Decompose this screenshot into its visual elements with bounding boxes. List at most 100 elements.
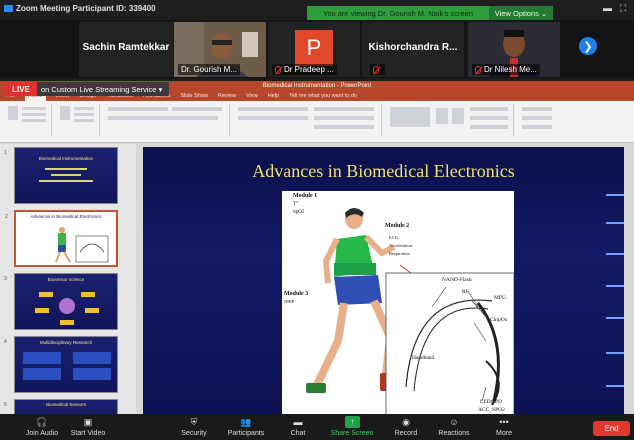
ppt-tab[interactable]: Help — [268, 92, 279, 101]
module1-item: T° — [293, 202, 299, 207]
mic-muted-icon — [275, 65, 281, 74]
slide-thumbnail[interactable]: 4 Multidisciplinary Research — [4, 336, 118, 393]
thumbnail-title: Biomedical Sensors — [46, 402, 86, 407]
meeting-toolbar: 🎧 Join Audio ▣ Start Video ⛨ Security 👥 … — [0, 414, 634, 440]
toolbar-label: Share Screen — [330, 430, 374, 437]
participants-button[interactable]: 👥 Participants — [216, 415, 276, 440]
slide-title: Advances in Biomedical Electronics — [252, 161, 515, 181]
zoom-window: Zoom Meeting Participant ID: 339400 ▬ ⛶ … — [0, 0, 634, 440]
avatar: P — [295, 30, 333, 66]
headphones-icon: 🎧 — [36, 417, 48, 427]
shared-powerpoint: Biomedical Instrumentation - PowerPoint … — [0, 81, 634, 414]
start-video-button[interactable]: ▣ Start Video — [58, 415, 118, 440]
slide-decoration — [606, 222, 624, 224]
slide-decoration — [606, 285, 624, 287]
live-service-dropdown[interactable]: on Custom Live Streaming Service ▾ — [37, 82, 169, 96]
module2-item: ECG — [389, 235, 398, 240]
slide-decoration — [606, 317, 624, 319]
chat-icon: ▬ — [293, 417, 303, 427]
participant-name: Dr Nilesh Me... — [484, 65, 537, 74]
ribbon-group-font — [104, 104, 230, 136]
ribbon-group-slides — [56, 104, 100, 136]
ppt-tab[interactable]: View — [246, 92, 258, 101]
toolbar-label: Chat — [290, 430, 306, 437]
thumbnail-boxes — [23, 352, 111, 380]
slide-number: 5 — [4, 402, 7, 408]
security-button[interactable]: ⛨ Security — [164, 415, 224, 440]
participant-name: Sachin Ramtekkar — [82, 42, 170, 53]
slide-number: 4 — [4, 339, 7, 345]
participant-tile-avatar[interactable]: P Dr Pradeep ... — [268, 22, 360, 77]
slide-thumbnail[interactable]: 5 Biomedical Sensors — [4, 399, 118, 414]
more-button[interactable]: ••• More — [474, 415, 534, 440]
ribbon-group-paragraph — [234, 104, 382, 136]
thumbnail-diagram — [35, 292, 99, 325]
zoom-logo-icon — [4, 4, 13, 12]
live-badge[interactable]: LIVE — [5, 82, 37, 96]
headset-label: NAND-Flash — [442, 277, 472, 283]
reactions-icon: ☺ — [449, 417, 459, 427]
module2-item: Acceleration — [389, 243, 412, 248]
slide-thumbnail[interactable]: 3 Biosensor science — [4, 273, 118, 330]
ppt-ribbon — [0, 101, 634, 143]
viewing-screen-banner: You are viewing Dr. Gourish M. Naik's sc… — [307, 6, 489, 20]
headset-label: ChipOx — [490, 317, 508, 323]
module2-item: Respiration — [389, 251, 410, 256]
ribbon-group-clipboard — [4, 104, 52, 136]
thumbnail-text-line — [45, 168, 87, 170]
headset-label: Headband — [412, 355, 435, 361]
ppt-tell-me[interactable]: Tell me what you want to do — [289, 92, 357, 101]
slide-decoration — [606, 194, 624, 196]
module2-label: Module 2 — [385, 223, 410, 229]
slide-thumbnail-active[interactable]: 2 Advances in Biomedical Electronics — [5, 210, 118, 267]
mic-muted-icon — [373, 65, 379, 74]
toolbar-label: Participants — [227, 430, 265, 437]
slide-figure: Module 1 T° SpO2 Module 2 ECG Accelerati… — [282, 191, 514, 414]
participant-tile[interactable]: Kishorchandra R... — [362, 22, 464, 77]
ppt-tab[interactable]: Slide Show — [180, 92, 208, 101]
share-screen-button[interactable]: ↑ Share Screen — [322, 415, 382, 440]
window-title: Zoom Meeting Participant ID: 339400 — [4, 4, 156, 13]
thumbnail-text-line — [39, 180, 93, 182]
view-options-button[interactable]: View Options ⌄ — [489, 6, 553, 20]
shield-icon: ⛨ — [190, 417, 198, 427]
chat-button[interactable]: ▬ Chat — [268, 415, 328, 440]
window-title-text: Zoom Meeting Participant ID: 339400 — [16, 3, 156, 13]
slide-thumbnail[interactable]: 1 Biomedical Instrumentation — [4, 147, 118, 204]
participant-tile[interactable]: Sachin Ramtekkar — [79, 22, 173, 77]
headset-label: LED&PD — [480, 399, 502, 405]
ribbon-group-editing — [518, 104, 568, 136]
thumbnail-title: Biomedical Instrumentation — [38, 156, 94, 161]
next-participants-arrow-icon[interactable]: ❯ — [579, 37, 597, 55]
thumbnail-figure — [55, 227, 109, 263]
ppt-tab[interactable]: Review — [218, 92, 236, 101]
end-meeting-button[interactable]: End — [593, 421, 630, 436]
mic-muted-icon — [475, 65, 481, 74]
slide-decoration — [606, 352, 624, 354]
module1-item: SpO2 — [293, 210, 305, 215]
headset-label: ACC_SPO2 — [478, 407, 505, 413]
slide-canvas: Advances in Biomedical Electronics Modul… — [143, 147, 624, 414]
participant-tile-video[interactable]: Dr. Gourish M... — [174, 22, 266, 77]
minimize-icon[interactable]: ▬ — [603, 3, 612, 13]
participant-name-row: Dr Pradeep ... — [272, 64, 337, 75]
module3-item: NIBP — [284, 299, 295, 304]
thumbnail-title: Multidisciplinary Research — [39, 340, 93, 345]
participants-icon: 👥 — [240, 417, 252, 427]
more-icon: ••• — [499, 417, 509, 427]
slide-decoration — [606, 385, 624, 387]
maximize-icon[interactable]: ⛶ — [620, 3, 626, 14]
slide-number: 2 — [5, 214, 8, 220]
live-service-label: on Custom Live Streaming Service — [41, 84, 157, 94]
module3-label: Module 3 — [284, 291, 309, 297]
module1-label: Module 1 — [293, 193, 318, 199]
slide-number: 1 — [4, 150, 7, 156]
participant-tile-video[interactable]: Dr Nilesh Me... — [468, 22, 560, 77]
slide-decoration — [606, 253, 624, 255]
view-options-label: View Options — [494, 8, 539, 18]
thumbnail-text-line — [51, 174, 81, 176]
share-screen-icon: ↑ — [345, 416, 360, 428]
toolbar-label: Start Video — [70, 430, 106, 437]
thumbnail-title: Advances in Biomedical Electronics — [30, 214, 102, 219]
participant-name: Dr Pradeep ... — [284, 65, 334, 74]
